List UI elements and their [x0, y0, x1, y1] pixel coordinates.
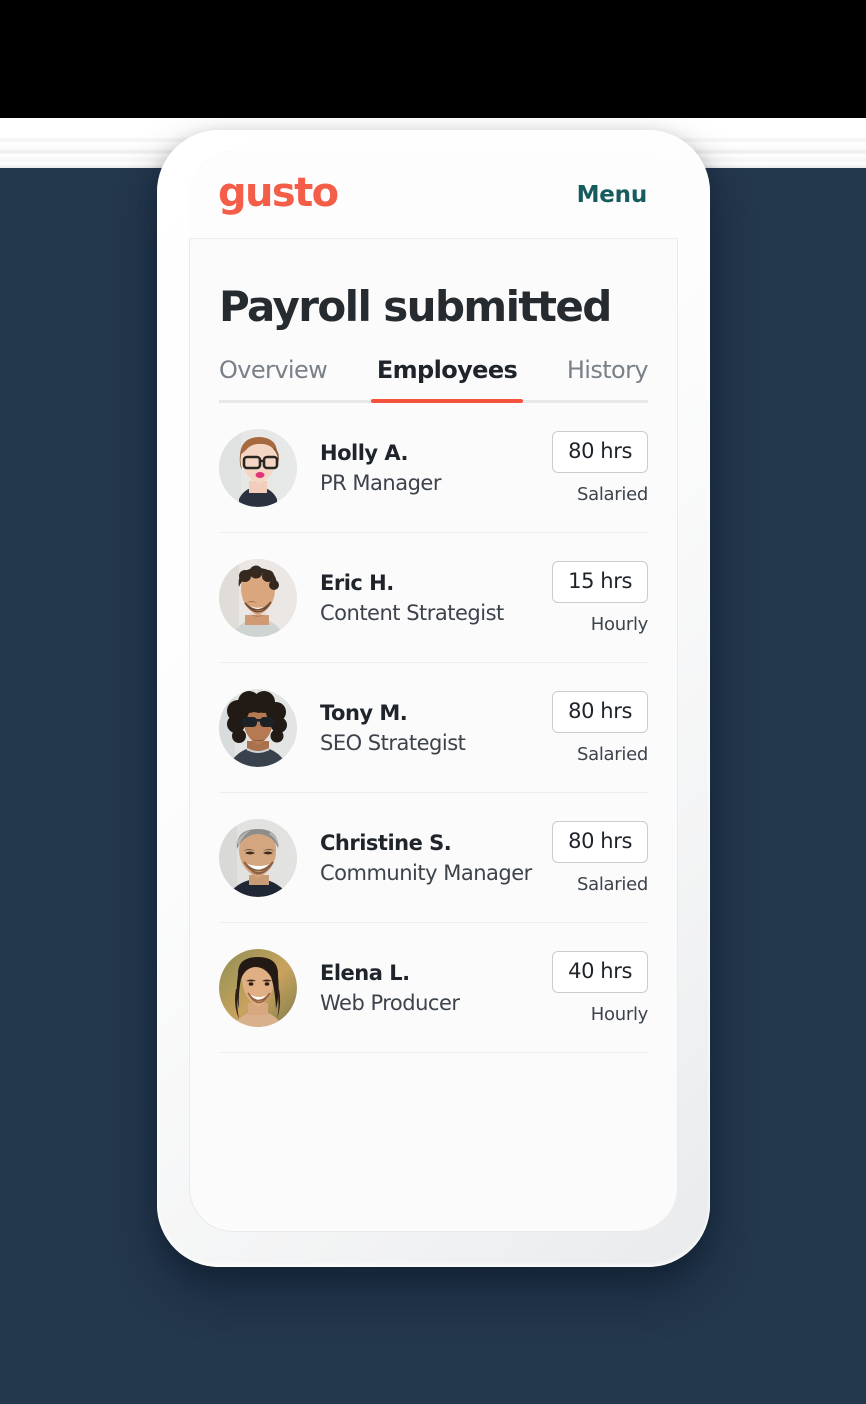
- phone-device-frame: gusto Menu Payroll submitted Overview Em…: [157, 130, 710, 1267]
- employee-pay: 40 hrs Hourly: [552, 950, 649, 1025]
- pay-type-label: Hourly: [590, 1003, 649, 1025]
- employee-name: Eric H.: [320, 570, 394, 595]
- avatar-holly: [219, 428, 297, 507]
- backdrop-black-band: [0, 0, 866, 118]
- table-row[interactable]: Holly A. PR Manager 80 hrs Salaried: [219, 403, 648, 534]
- employee-name: Holly A.: [320, 440, 409, 465]
- employee-pay: 80 hrs Salaried: [552, 820, 648, 895]
- avatar-christine: [219, 818, 297, 897]
- avatar-tony: [219, 688, 297, 767]
- avatar-eric: [219, 558, 297, 637]
- tab-bar: Overview Employees History: [189, 356, 678, 404]
- employee-name: Elena L.: [320, 960, 410, 985]
- tab-overview[interactable]: Overview: [219, 356, 328, 403]
- employee-info: Tony M. SEO Strategist: [297, 699, 552, 758]
- employee-role: Community Manager: [320, 860, 532, 885]
- phone-screen: gusto Menu Payroll submitted Overview Em…: [189, 151, 678, 1232]
- pay-type-label: Hourly: [590, 613, 649, 635]
- table-row[interactable]: Tony M. SEO Strategist 80 hrs Salaried: [219, 663, 648, 794]
- screenshot-stage: gusto Menu Payroll submitted Overview Em…: [0, 0, 866, 1404]
- page-title: Payroll submitted: [219, 282, 612, 331]
- employee-info: Eric H. Content Strategist: [297, 569, 552, 628]
- pay-type-label: Salaried: [577, 483, 648, 505]
- employee-role: Content Strategist: [320, 600, 504, 625]
- table-row[interactable]: Christine S. Community Manager 80 hrs Sa…: [219, 793, 648, 924]
- tab-history[interactable]: History: [567, 356, 649, 403]
- table-row[interactable]: Elena L. Web Producer 40 hrs Hourly: [219, 923, 649, 1054]
- employee-pay: 15 hrs Hourly: [552, 560, 649, 635]
- employee-info: Elena L. Web Producer: [297, 959, 552, 1018]
- menu-button[interactable]: Menu: [577, 182, 648, 208]
- pay-type-label: Salaried: [577, 743, 648, 765]
- employee-name: Christine S.: [320, 830, 452, 855]
- hours-input[interactable]: 80 hrs: [552, 820, 648, 863]
- employee-pay: 80 hrs Salaried: [552, 690, 648, 765]
- avatar-elena: [219, 948, 297, 1027]
- employee-pay: 80 hrs Salaried: [552, 430, 648, 505]
- gusto-logo[interactable]: gusto: [218, 173, 339, 217]
- employee-name: Tony M.: [320, 700, 408, 725]
- employee-info: Holly A. PR Manager: [297, 439, 552, 498]
- employee-list: Holly A. PR Manager 80 hrs Salaried Eric…: [189, 403, 678, 1054]
- hours-input[interactable]: 80 hrs: [552, 690, 648, 733]
- hours-input[interactable]: 80 hrs: [552, 430, 648, 473]
- employee-role: Web Producer: [320, 990, 460, 1015]
- employee-role: SEO Strategist: [320, 730, 466, 755]
- page-content: Payroll submitted Overview Employees His…: [189, 239, 678, 1054]
- tab-employees[interactable]: Employees: [370, 356, 524, 404]
- employee-info: Christine S. Community Manager: [297, 829, 552, 888]
- hours-input[interactable]: 15 hrs: [552, 560, 648, 603]
- app-bar: gusto Menu: [189, 151, 678, 239]
- pay-type-label: Salaried: [577, 873, 648, 895]
- table-row[interactable]: Eric H. Content Strategist 15 hrs Hourly: [219, 533, 649, 664]
- hours-input[interactable]: 40 hrs: [552, 950, 648, 993]
- employee-role: PR Manager: [320, 470, 441, 495]
